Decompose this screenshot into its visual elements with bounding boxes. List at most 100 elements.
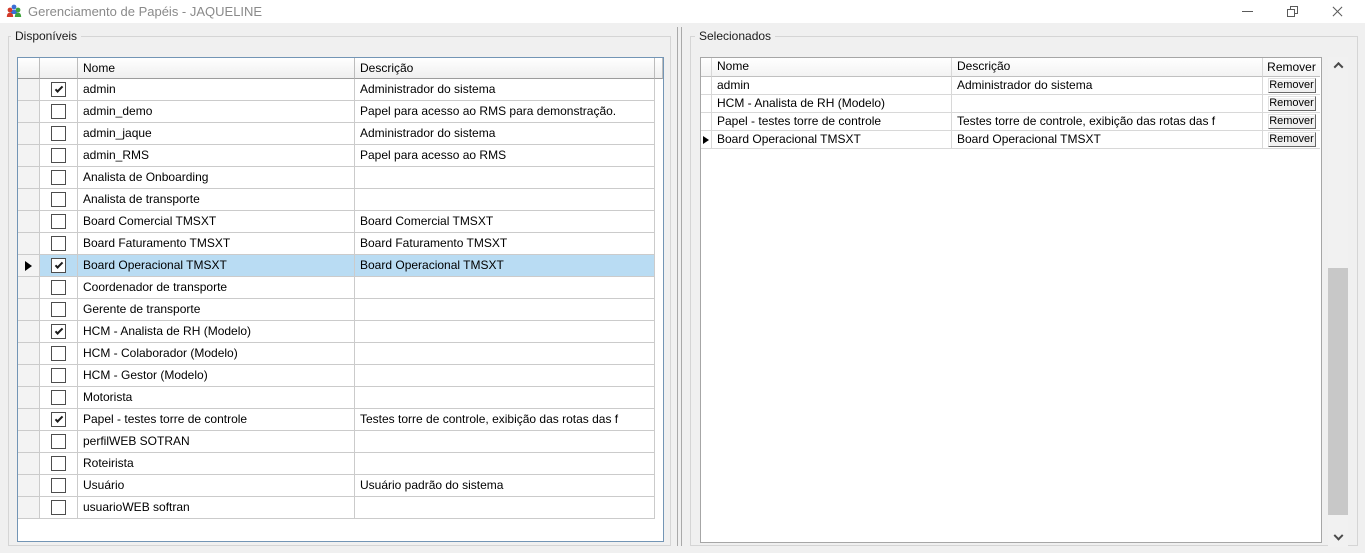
table-row[interactable]: HCM - Colaborador (Modelo) bbox=[18, 343, 663, 365]
selected-grid[interactable]: Nome Descrição Remover admin Administrado… bbox=[700, 57, 1322, 543]
description-cell[interactable] bbox=[355, 497, 655, 519]
name-cell[interactable]: Usuário bbox=[78, 475, 355, 497]
row-checkbox[interactable] bbox=[51, 434, 66, 449]
row-checkbox[interactable] bbox=[51, 280, 66, 295]
remover-button[interactable]: Remover bbox=[1267, 78, 1316, 93]
available-grid[interactable]: Nome Descrição admin Administrador do sis… bbox=[17, 57, 664, 542]
description-cell[interactable] bbox=[355, 343, 655, 365]
description-cell[interactable] bbox=[952, 95, 1263, 113]
name-cell[interactable]: Board Operacional TMSXT bbox=[78, 255, 355, 277]
table-row[interactable]: Papel - testes torre de controle Testes t… bbox=[18, 409, 663, 431]
scrollbar-track[interactable] bbox=[1328, 74, 1348, 530]
description-cell[interactable]: Testes torre de controle, exibição das r… bbox=[952, 113, 1263, 131]
checkbox-cell[interactable] bbox=[40, 233, 78, 255]
row-checkbox[interactable] bbox=[51, 170, 66, 185]
name-cell[interactable]: Coordenador de transporte bbox=[78, 277, 355, 299]
name-cell[interactable]: Gerente de transporte bbox=[78, 299, 355, 321]
checkbox-cell[interactable] bbox=[40, 387, 78, 409]
name-cell[interactable]: HCM - Gestor (Modelo) bbox=[78, 365, 355, 387]
checkbox-cell[interactable] bbox=[40, 167, 78, 189]
description-cell[interactable]: Papel para acesso ao RMS para demonstraç… bbox=[355, 101, 655, 123]
checkbox-cell[interactable] bbox=[40, 123, 78, 145]
row-checkbox[interactable] bbox=[51, 236, 66, 251]
table-row[interactable]: admin_jaque Administrador do sistema bbox=[18, 123, 663, 145]
table-row[interactable]: Board Faturamento TMSXT Board Faturamento… bbox=[18, 233, 663, 255]
name-cell[interactable]: Roteirista bbox=[78, 453, 355, 475]
scrollbar-down-button[interactable] bbox=[1328, 530, 1348, 547]
description-cell[interactable] bbox=[355, 431, 655, 453]
row-checkbox[interactable] bbox=[51, 258, 66, 273]
name-cell[interactable]: Board Operacional TMSXT bbox=[712, 131, 952, 149]
minimize-button[interactable] bbox=[1225, 0, 1270, 23]
description-cell[interactable] bbox=[355, 189, 655, 211]
name-cell[interactable]: admin bbox=[712, 77, 952, 95]
row-checkbox[interactable] bbox=[51, 302, 66, 317]
name-cell[interactable]: Board Comercial TMSXT bbox=[78, 211, 355, 233]
table-row[interactable]: admin_demo Papel para acesso ao RMS para … bbox=[18, 101, 663, 123]
table-row[interactable]: Board Operacional TMSXT Board Operacional… bbox=[18, 255, 663, 277]
checkbox-cell[interactable] bbox=[40, 211, 78, 233]
table-row[interactable]: Analista de transporte bbox=[18, 189, 663, 211]
checkbox-cell[interactable] bbox=[40, 409, 78, 431]
table-row[interactable]: Usuário Usuário padrão do sistema bbox=[18, 475, 663, 497]
table-row[interactable]: admin Administrador do sistema Remover bbox=[701, 77, 1321, 95]
row-checkbox[interactable] bbox=[51, 126, 66, 141]
restore-button[interactable] bbox=[1270, 0, 1315, 23]
description-cell[interactable] bbox=[355, 453, 655, 475]
row-checkbox[interactable] bbox=[51, 346, 66, 361]
description-cell[interactable]: Board Comercial TMSXT bbox=[355, 211, 655, 233]
checkbox-cell[interactable] bbox=[40, 145, 78, 167]
table-row[interactable]: Roteirista bbox=[18, 453, 663, 475]
row-checkbox[interactable] bbox=[51, 412, 66, 427]
row-checkbox[interactable] bbox=[51, 324, 66, 339]
checkbox-cell[interactable] bbox=[40, 277, 78, 299]
row-checkbox[interactable] bbox=[51, 148, 66, 163]
description-cell[interactable]: Papel para acesso ao RMS bbox=[355, 145, 655, 167]
checkbox-cell[interactable] bbox=[40, 79, 78, 101]
checkbox-cell[interactable] bbox=[40, 497, 78, 519]
checkbox-cell[interactable] bbox=[40, 431, 78, 453]
table-row[interactable]: Board Operacional TMSXT Board Operacional… bbox=[701, 131, 1321, 149]
checkbox-cell[interactable] bbox=[40, 321, 78, 343]
table-row[interactable]: Gerente de transporte bbox=[18, 299, 663, 321]
description-cell[interactable] bbox=[355, 167, 655, 189]
description-cell[interactable] bbox=[355, 321, 655, 343]
name-cell[interactable]: admin_RMS bbox=[78, 145, 355, 167]
name-cell[interactable]: Papel - testes torre de controle bbox=[712, 113, 952, 131]
description-cell[interactable] bbox=[355, 387, 655, 409]
description-cell[interactable]: Board Faturamento TMSXT bbox=[355, 233, 655, 255]
description-cell[interactable] bbox=[355, 365, 655, 387]
row-checkbox[interactable] bbox=[51, 104, 66, 119]
row-checkbox[interactable] bbox=[51, 192, 66, 207]
scrollbar-up-button[interactable] bbox=[1328, 57, 1348, 74]
name-cell[interactable]: usuarioWEB softran bbox=[78, 497, 355, 519]
checkbox-cell[interactable] bbox=[40, 101, 78, 123]
close-button[interactable] bbox=[1315, 0, 1360, 23]
checkbox-cell[interactable] bbox=[40, 453, 78, 475]
name-cell[interactable]: Analista de Onboarding bbox=[78, 167, 355, 189]
description-cell[interactable]: Board Operacional TMSXT bbox=[355, 255, 655, 277]
description-cell[interactable]: Administrador do sistema bbox=[952, 77, 1263, 95]
table-row[interactable]: HCM - Analista de RH (Modelo) bbox=[18, 321, 663, 343]
checkbox-cell[interactable] bbox=[40, 365, 78, 387]
description-cell[interactable]: Administrador do sistema bbox=[355, 79, 655, 101]
name-cell[interactable]: HCM - Analista de RH (Modelo) bbox=[78, 321, 355, 343]
row-checkbox[interactable] bbox=[51, 456, 66, 471]
description-cell[interactable] bbox=[355, 277, 655, 299]
checkbox-cell[interactable] bbox=[40, 475, 78, 497]
name-cell[interactable]: HCM - Colaborador (Modelo) bbox=[78, 343, 355, 365]
description-cell[interactable]: Usuário padrão do sistema bbox=[355, 475, 655, 497]
table-row[interactable]: HCM - Analista de RH (Modelo) Remover bbox=[701, 95, 1321, 113]
table-row[interactable]: admin Administrador do sistema bbox=[18, 79, 663, 101]
table-row[interactable]: perfilWEB SOTRAN bbox=[18, 431, 663, 453]
table-row[interactable]: Papel - testes torre de controle Testes t… bbox=[701, 113, 1321, 131]
scrollbar-thumb[interactable] bbox=[1328, 268, 1348, 515]
row-checkbox[interactable] bbox=[51, 500, 66, 515]
row-checkbox[interactable] bbox=[51, 368, 66, 383]
checkbox-cell[interactable] bbox=[40, 255, 78, 277]
name-cell[interactable]: Analista de transporte bbox=[78, 189, 355, 211]
panel-splitter[interactable] bbox=[677, 27, 682, 546]
row-checkbox[interactable] bbox=[51, 82, 66, 97]
row-checkbox[interactable] bbox=[51, 214, 66, 229]
row-checkbox[interactable] bbox=[51, 390, 66, 405]
